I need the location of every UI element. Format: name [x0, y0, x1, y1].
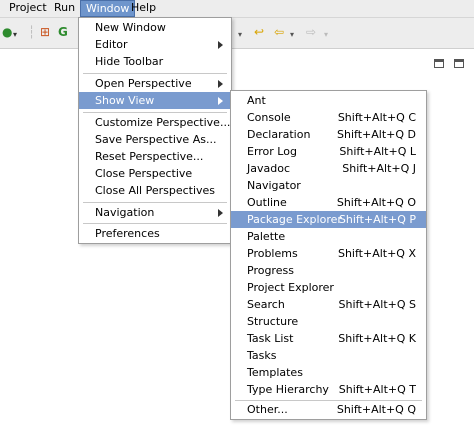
view-item-other[interactable]: Other... Shift+Alt+Q Q [231, 401, 426, 418]
window-menu: New Window Editor Hide Toolbar Open Pers… [78, 17, 232, 244]
run-dropdown-icon[interactable]: ▾ [13, 28, 17, 42]
view-item-javadoc[interactable]: Javadoc Shift+Alt+Q J [231, 160, 426, 177]
menu-item-save-perspective-as[interactable]: Save Perspective As... [79, 131, 231, 148]
submenu-arrow-icon [218, 97, 223, 105]
view-item-error-log[interactable]: Error Log Shift+Alt+Q L [231, 143, 426, 160]
menu-item-show-view[interactable]: Show View [79, 92, 231, 109]
menu-separator [83, 73, 227, 74]
view-item-search[interactable]: Search Shift+Alt+Q S [231, 296, 426, 313]
submenu-arrow-icon [218, 41, 223, 49]
submenu-arrow-icon [218, 80, 223, 88]
view-item-progress[interactable]: Progress [231, 262, 426, 279]
view-item-task-list[interactable]: Task List Shift+Alt+Q K [231, 330, 426, 347]
menu-bar: Project Run Window Help [0, 0, 474, 18]
menu-separator [83, 202, 227, 203]
view-item-navigator[interactable]: Navigator [231, 177, 426, 194]
menu-item-new-window[interactable]: New Window [79, 19, 231, 36]
menu-item-close-all-perspectives[interactable]: Close All Perspectives [79, 182, 231, 199]
forward-icon[interactable]: ⇨ [306, 25, 316, 39]
menu-item-hide-toolbar[interactable]: Hide Toolbar [79, 53, 231, 70]
view-item-package-explorer[interactable]: Package Explorer Shift+Alt+Q P [231, 211, 426, 228]
view-item-palette[interactable]: Palette [231, 228, 426, 245]
menu-item-customize-perspective[interactable]: Customize Perspective... [79, 114, 231, 131]
menu-item-open-perspective[interactable]: Open Perspective [79, 75, 231, 92]
back-dropdown-icon[interactable]: ▾ [290, 28, 294, 42]
view-item-project-explorer[interactable]: Project Explorer [231, 279, 426, 296]
menu-item-preferences[interactable]: Preferences [79, 225, 231, 242]
submenu-arrow-icon [218, 209, 223, 217]
toolbar-separator: ┆ [28, 25, 36, 39]
view-item-console[interactable]: Console Shift+Alt+Q C [231, 109, 426, 126]
show-view-submenu: Ant Console Shift+Alt+Q C Declaration Shif… [230, 90, 427, 420]
menu-run[interactable]: Run [49, 0, 80, 17]
minimize-icon[interactable] [434, 59, 444, 68]
run-icon[interactable]: ● [2, 25, 12, 39]
menu-separator [83, 223, 227, 224]
menu-item-navigation[interactable]: Navigation [79, 204, 231, 221]
view-item-type-hierarchy[interactable]: Type Hierarchy Shift+Alt+Q T [231, 381, 426, 398]
menu-help[interactable]: Help [126, 0, 161, 17]
menu-item-editor[interactable]: Editor [79, 36, 231, 53]
view-item-declaration[interactable]: Declaration Shift+Alt+Q D [231, 126, 426, 143]
next-annotation-icon[interactable]: ↩ [254, 25, 264, 39]
view-item-structure[interactable]: Structure [231, 313, 426, 330]
menu-project[interactable]: Project [4, 0, 52, 17]
chevron-down-icon[interactable]: ▾ [238, 28, 242, 42]
forward-dropdown-icon[interactable]: ▾ [324, 28, 328, 42]
view-item-ant[interactable]: Ant [231, 92, 426, 109]
maximize-icon[interactable] [454, 59, 464, 68]
menu-separator [83, 112, 227, 113]
menu-item-reset-perspective[interactable]: Reset Perspective... [79, 148, 231, 165]
view-item-tasks[interactable]: Tasks [231, 347, 426, 364]
refresh-icon[interactable]: G [58, 25, 68, 39]
toolbar: ● ▾ ┆ ⊞ G ▾ ↩ ⇦ ▾ ⇨ ▾ [0, 18, 474, 49]
view-item-outline[interactable]: Outline Shift+Alt+Q O [231, 194, 426, 211]
back-icon[interactable]: ⇦ [274, 25, 284, 39]
view-item-templates[interactable]: Templates [231, 364, 426, 381]
menu-item-close-perspective[interactable]: Close Perspective [79, 165, 231, 182]
new-class-icon[interactable]: ⊞ [40, 25, 50, 39]
view-item-problems[interactable]: Problems Shift+Alt+Q X [231, 245, 426, 262]
